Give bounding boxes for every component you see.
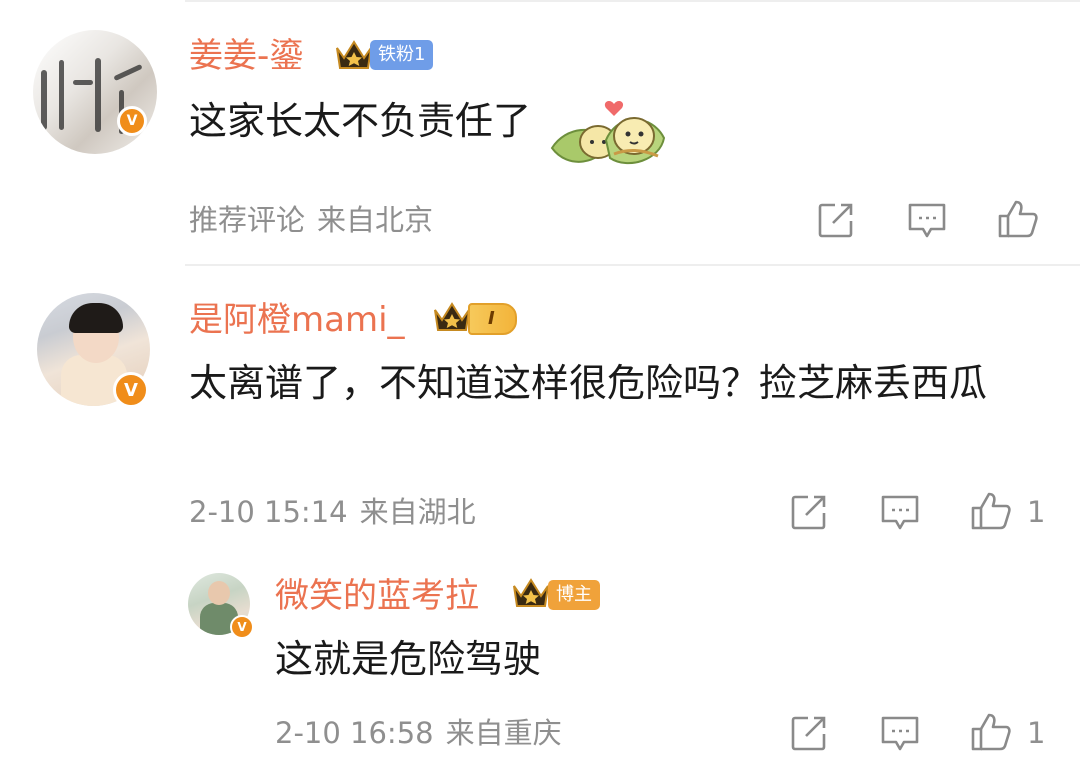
level-badge: I	[468, 303, 517, 335]
comment-text: 这家长太不负责任了	[189, 99, 532, 143]
comment-text: 太离谱了，不知道这样很危险吗？捡芝麻丢西瓜	[189, 361, 988, 405]
comment-icon[interactable]	[907, 202, 947, 240]
share-icon[interactable]	[790, 493, 828, 531]
verified-icon: V	[230, 615, 254, 639]
crown-icon	[434, 302, 470, 331]
like-icon[interactable]	[997, 199, 1039, 239]
username[interactable]: 姜姜-鎏	[189, 36, 303, 76]
recommend-label: 推荐评论	[189, 203, 306, 237]
avatar[interactable]	[33, 30, 157, 154]
like-icon[interactable]	[970, 491, 1012, 531]
location-label: 来自北京	[317, 203, 434, 237]
timestamp: 2-10 15:14	[189, 495, 348, 529]
comment-icon[interactable]	[880, 715, 920, 753]
emoji-sticker-icon	[550, 101, 666, 165]
timestamp: 2-10 16:58	[275, 716, 434, 750]
comment-meta: 2-10 16:58 来自重庆	[275, 716, 562, 750]
share-icon[interactable]	[817, 201, 855, 239]
comment-meta: 推荐评论 来自北京	[189, 203, 433, 237]
fan-level-badge: 铁粉1	[370, 40, 434, 70]
crown-icon	[513, 578, 549, 607]
username[interactable]: 微笑的蓝考拉	[275, 576, 479, 616]
location-label: 来自湖北	[359, 495, 476, 529]
like-count: 1	[1027, 716, 1046, 750]
top-divider	[185, 0, 1080, 2]
comment-text: 这就是危险驾驶	[275, 637, 542, 681]
comment-meta: 2-10 15:14 来自湖北	[189, 495, 476, 529]
verified-icon: V	[117, 106, 147, 136]
username[interactable]: 是阿橙mami_	[189, 300, 405, 340]
like-count: 1	[1027, 495, 1046, 529]
like-icon[interactable]	[970, 712, 1012, 752]
comment-divider	[185, 264, 1080, 266]
verified-icon: V	[113, 372, 149, 408]
crown-icon	[336, 40, 372, 69]
share-icon[interactable]	[790, 714, 828, 752]
blogger-badge: 博主	[548, 580, 600, 610]
location-label: 来自重庆	[445, 716, 562, 750]
comment-icon[interactable]	[880, 494, 920, 532]
